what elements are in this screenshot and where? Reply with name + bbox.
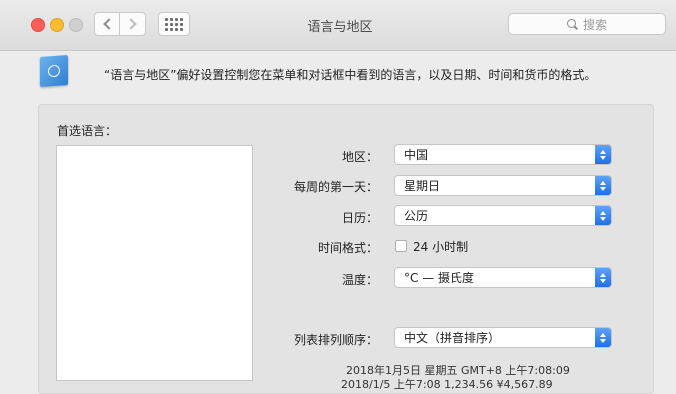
language-region-flag-icon — [40, 55, 68, 87]
updown-arrows-icon — [595, 268, 611, 287]
minimize-window-button[interactable] — [50, 18, 64, 32]
preferred-languages-label: 首选语言： — [57, 124, 118, 138]
grid-icon — [165, 17, 183, 31]
calendar-value: 公历 — [404, 209, 429, 223]
24-hour-checkbox[interactable] — [395, 240, 407, 252]
close-window-button[interactable] — [31, 18, 45, 32]
temperature-select[interactable]: °C — 摄氏度 — [394, 267, 612, 288]
search-field[interactable]: 搜索 — [508, 13, 666, 35]
chevron-left-icon — [102, 18, 115, 30]
list-sort-label: 列表排列顺序： — [293, 333, 378, 347]
first-day-label: 每周的第一天： — [293, 180, 378, 194]
pane-description: “语言与地区”偏好设置控制您在菜单和对话框中看到的语言，以及日期、时间和货币的格… — [104, 68, 597, 82]
temperature-label: 温度： — [341, 273, 378, 287]
chevron-right-icon — [125, 18, 137, 30]
show-all-button[interactable] — [158, 12, 190, 36]
updown-arrows-icon — [595, 328, 611, 347]
calendar-select[interactable]: 公历 — [394, 205, 612, 226]
region-label: 地区： — [341, 150, 378, 164]
24-hour-checkbox-label[interactable]: 24 小时制 — [413, 238, 468, 255]
updown-arrows-icon — [595, 145, 611, 164]
zoom-window-button[interactable] — [69, 18, 83, 32]
updown-arrows-icon — [595, 176, 611, 195]
first-day-select[interactable]: 星期日 — [394, 175, 612, 196]
region-select[interactable]: 中国 — [394, 144, 612, 165]
updown-arrows-icon — [595, 206, 611, 225]
forward-button[interactable] — [120, 12, 146, 36]
region-value: 中国 — [404, 148, 429, 162]
search-placeholder: 搜索 — [582, 17, 607, 32]
first-day-value: 星期日 — [404, 179, 441, 193]
window-title: 语言与地区 — [307, 20, 373, 35]
number-format-sample: 2018/1/5 上午7:08 1,234.56 ¥4,567.89 — [341, 378, 553, 391]
temperature-value: °C — 摄氏度 — [404, 271, 475, 285]
preferred-languages-list[interactable] — [56, 145, 253, 381]
list-sort-select[interactable]: 中文（拼音排序） — [394, 327, 612, 348]
back-button[interactable] — [94, 12, 120, 36]
time-format-label: 时间格式： — [317, 241, 378, 255]
search-icon — [566, 19, 577, 29]
calendar-label: 日历： — [341, 211, 378, 225]
list-sort-value: 中文（拼音排序） — [404, 331, 501, 345]
